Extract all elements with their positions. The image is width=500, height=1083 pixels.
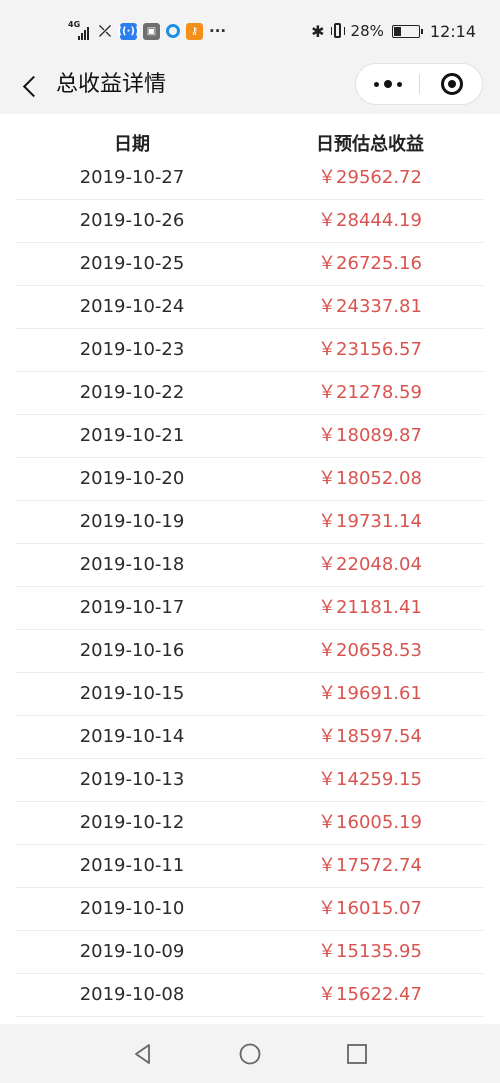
table-row[interactable]: 2019-10-20 ￥18052.08	[0, 458, 500, 501]
wifi-hotspot-icon: ((·))	[117, 22, 140, 40]
mini-program-capsule	[355, 63, 483, 105]
row-date: 2019-10-10	[79, 898, 185, 919]
table-row[interactable]: 2019-10-22 ￥21278.59	[0, 372, 500, 415]
nav-recent-icon[interactable]	[346, 1043, 368, 1065]
page-title: 总收益详情	[56, 72, 167, 97]
table-row[interactable]: 2019-10-25 ￥26725.16	[0, 243, 500, 286]
row-income: ￥19691.61	[318, 683, 422, 704]
app-key-icon: ⚷	[186, 22, 203, 40]
table-row[interactable]: 2019-10-21 ￥18089.87	[0, 415, 500, 458]
missed-call-icon: ⤫	[98, 22, 111, 40]
row-date: 2019-10-21	[79, 425, 185, 446]
table-row[interactable]: 2019-10-10 ￥16015.07	[0, 888, 500, 931]
status-time: 12:14	[429, 21, 476, 41]
app-icon: ▣	[143, 22, 160, 40]
row-date: 2019-10-09	[79, 941, 185, 962]
status-bar: 4G ⤫ ((·)) ▣ ⚷ ··· ✱ 28% 12:14	[0, 0, 500, 58]
table-row[interactable]: 2019-10-24 ￥24337.81	[0, 286, 500, 329]
table-row[interactable]: 2019-10-26 ￥28444.19	[0, 200, 500, 243]
row-income: ￥28444.19	[318, 210, 422, 231]
column-header-date: 日期	[114, 134, 150, 155]
network-label: 4G	[68, 20, 81, 29]
back-button[interactable]	[12, 68, 48, 104]
row-income: ￥16005.19	[318, 812, 422, 833]
row-date: 2019-10-17	[79, 597, 185, 618]
vibrate-icon	[330, 22, 345, 40]
row-income: ￥21278.59	[318, 382, 422, 403]
bluetooth-icon: ✱	[311, 21, 325, 41]
more-dots-icon	[373, 80, 402, 88]
column-header-income: 日预估总收益	[316, 134, 424, 155]
row-income: ￥19731.14	[318, 511, 422, 532]
table-row[interactable]: 2019-10-19 ￥19731.14	[0, 501, 500, 544]
header: 总收益详情	[0, 58, 500, 114]
table-row[interactable]: 2019-10-17 ￥21181.41	[0, 587, 500, 630]
row-income: ￥21181.41	[318, 597, 422, 618]
table-row[interactable]: 2019-10-08 ￥15622.47	[0, 974, 500, 1017]
row-date: 2019-10-18	[79, 554, 185, 575]
row-income: ￥14259.15	[318, 769, 422, 790]
table-row[interactable]: 2019-10-11 ￥17572.74	[0, 845, 500, 888]
row-date: 2019-10-22	[79, 382, 185, 403]
row-date: 2019-10-23	[79, 339, 185, 360]
row-income: ￥24337.81	[318, 296, 422, 317]
row-income: ￥15135.95	[318, 941, 422, 962]
row-date: 2019-10-27	[79, 167, 185, 188]
income-detail-content[interactable]: 日期 日预估总收益 2019-10-27 ￥29562.72 2019-10-26 ￥…	[0, 114, 500, 1024]
more-notifications-icon: ···	[209, 22, 227, 40]
row-income: ￥26725.16	[318, 253, 422, 274]
row-income: ￥15622.47	[318, 984, 422, 1005]
table-row[interactable]: 2019-10-27 ￥29562.72	[0, 157, 500, 200]
battery-percent: 28%	[350, 22, 384, 40]
row-income: ￥23156.57	[318, 339, 422, 360]
row-income: ￥18089.87	[318, 425, 422, 446]
more-button[interactable]	[356, 64, 419, 104]
table-row[interactable]: 2019-10-09 ￥15135.95	[0, 931, 500, 974]
phone-screen: 4G ⤫ ((·)) ▣ ⚷ ··· ✱ 28% 12:14 总收益详情 日期 …	[0, 0, 500, 1083]
row-date: 2019-10-13	[79, 769, 185, 790]
row-date: 2019-10-25	[79, 253, 185, 274]
table-row[interactable]: 2019-10-12 ￥16005.19	[0, 802, 500, 845]
row-date: 2019-10-14	[79, 726, 185, 747]
row-income: ￥17572.74	[318, 855, 422, 876]
row-date: 2019-10-11	[79, 855, 185, 876]
nav-home-icon[interactable]	[239, 1043, 261, 1065]
row-date: 2019-10-16	[79, 640, 185, 661]
nav-back-icon[interactable]	[132, 1043, 154, 1065]
signal-icon: 4G	[68, 20, 90, 40]
row-income: ￥18597.54	[318, 726, 422, 747]
table-body: 2019-10-27 ￥29562.72 2019-10-26 ￥28444.19 20…	[0, 157, 500, 1017]
row-date: 2019-10-20	[79, 468, 185, 489]
table-row[interactable]: 2019-10-13 ￥14259.15	[0, 759, 500, 802]
row-date: 2019-10-15	[79, 683, 185, 704]
status-left: 4G ⤫ ((·)) ▣ ⚷ ···	[68, 20, 226, 42]
status-right: ✱ 28% 12:14	[311, 20, 476, 42]
system-nav-bar	[0, 1024, 500, 1083]
row-income: ￥18052.08	[318, 468, 422, 489]
row-date: 2019-10-19	[79, 511, 185, 532]
table-row[interactable]: 2019-10-18 ￥22048.04	[0, 544, 500, 587]
close-mini-program-button[interactable]	[420, 64, 483, 104]
chevron-left-icon	[22, 75, 45, 98]
table-row[interactable]: 2019-10-16 ￥20658.53	[0, 630, 500, 673]
row-income: ￥29562.72	[318, 167, 422, 188]
row-date: 2019-10-24	[79, 296, 185, 317]
table-row[interactable]: 2019-10-23 ￥23156.57	[0, 329, 500, 372]
row-income: ￥20658.53	[318, 640, 422, 661]
battery-icon	[391, 24, 423, 38]
row-date: 2019-10-08	[79, 984, 185, 1005]
row-date: 2019-10-26	[79, 210, 185, 231]
row-income: ￥22048.04	[318, 554, 422, 575]
table-row[interactable]: 2019-10-15 ￥19691.61	[0, 673, 500, 716]
row-date: 2019-10-12	[79, 812, 185, 833]
row-income: ￥16015.07	[318, 898, 422, 919]
target-close-icon	[440, 73, 463, 95]
app-ring-icon	[166, 24, 180, 38]
table-row[interactable]: 2019-10-14 ￥18597.54	[0, 716, 500, 759]
